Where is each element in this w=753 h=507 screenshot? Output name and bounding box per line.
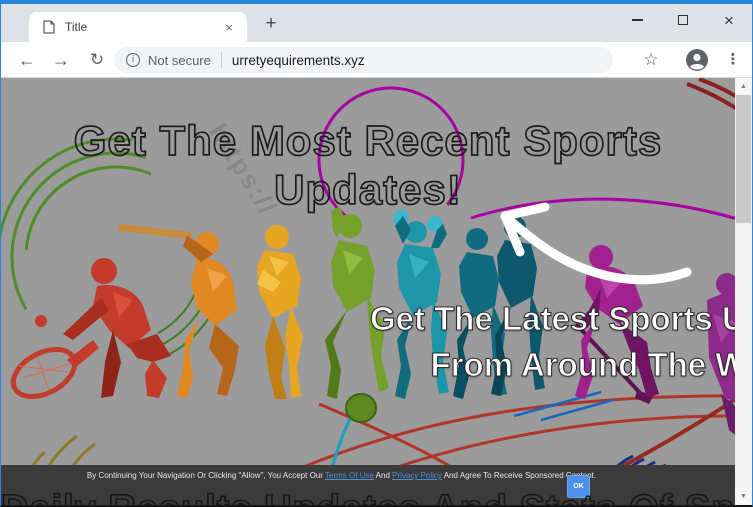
headline-line1: Get The Most Recent Sports xyxy=(1,116,735,165)
consent-text-prefix: By Continuing Your Navigation Or Clickin… xyxy=(87,471,325,480)
new-tab-button[interactable]: + xyxy=(257,10,285,38)
blue-lines xyxy=(514,392,613,420)
bookmark-star-icon[interactable]: ☆ xyxy=(637,46,665,74)
maximize-icon xyxy=(678,15,688,25)
forward-button[interactable]: → xyxy=(47,46,75,74)
scrollbar-thumb[interactable] xyxy=(736,95,751,223)
privacy-policy-link[interactable]: Privacy Policy xyxy=(392,471,442,480)
sub-headline-line1: Get The Latest Sports Up xyxy=(370,300,752,338)
page-favicon-icon xyxy=(43,20,55,34)
consent-text-and: And xyxy=(374,471,392,480)
tab-title: Title xyxy=(65,20,221,34)
hand-drawn-arrow-icon xyxy=(479,194,694,289)
close-window-button[interactable]: × xyxy=(706,4,752,36)
browser-toolbar: ← → ↻ i Not secure urretyequirements.xyz… xyxy=(1,42,752,78)
cutoff-headline: Daily Results Updates And Stats Of Sport… xyxy=(1,488,752,505)
tennis-player-figure xyxy=(5,258,171,406)
profile-avatar-icon[interactable] xyxy=(685,48,709,72)
tab-strip: Title × + × xyxy=(1,4,752,42)
minimize-button[interactable] xyxy=(614,4,660,36)
sub-headline-line2: From Around The Wo xyxy=(431,346,752,384)
menu-dots-icon[interactable]: ⋮ xyxy=(721,46,745,74)
page-content: https:// Get The Most Recent Sports Upda… xyxy=(1,78,752,505)
football-player-figure xyxy=(257,225,303,399)
browser-tab[interactable]: Title × xyxy=(29,12,247,42)
tab-close-icon[interactable]: × xyxy=(221,20,237,35)
scroll-up-button[interactable]: ▲ xyxy=(735,78,752,95)
info-icon[interactable]: i xyxy=(126,53,140,67)
terms-of-use-link[interactable]: Terms Of Use xyxy=(325,471,374,480)
scrollbar[interactable]: ▲ ▼ xyxy=(735,78,752,505)
back-button[interactable]: ← xyxy=(13,46,41,74)
window-controls: × xyxy=(614,4,752,36)
browser-window: Title × + × ← → ↻ i Not secure urretyequ… xyxy=(0,0,753,507)
maximize-button[interactable] xyxy=(660,4,706,36)
security-label: Not secure xyxy=(148,53,211,68)
scroll-down-button[interactable]: ▼ xyxy=(735,488,752,505)
url-text[interactable]: urretyequirements.xyz xyxy=(232,53,365,68)
omnibox-separator xyxy=(221,52,222,68)
close-icon: × xyxy=(724,12,734,29)
address-bar[interactable]: i Not secure urretyequirements.xyz xyxy=(114,47,613,73)
reload-button[interactable]: ↻ xyxy=(83,46,111,74)
minimize-icon xyxy=(632,19,643,21)
